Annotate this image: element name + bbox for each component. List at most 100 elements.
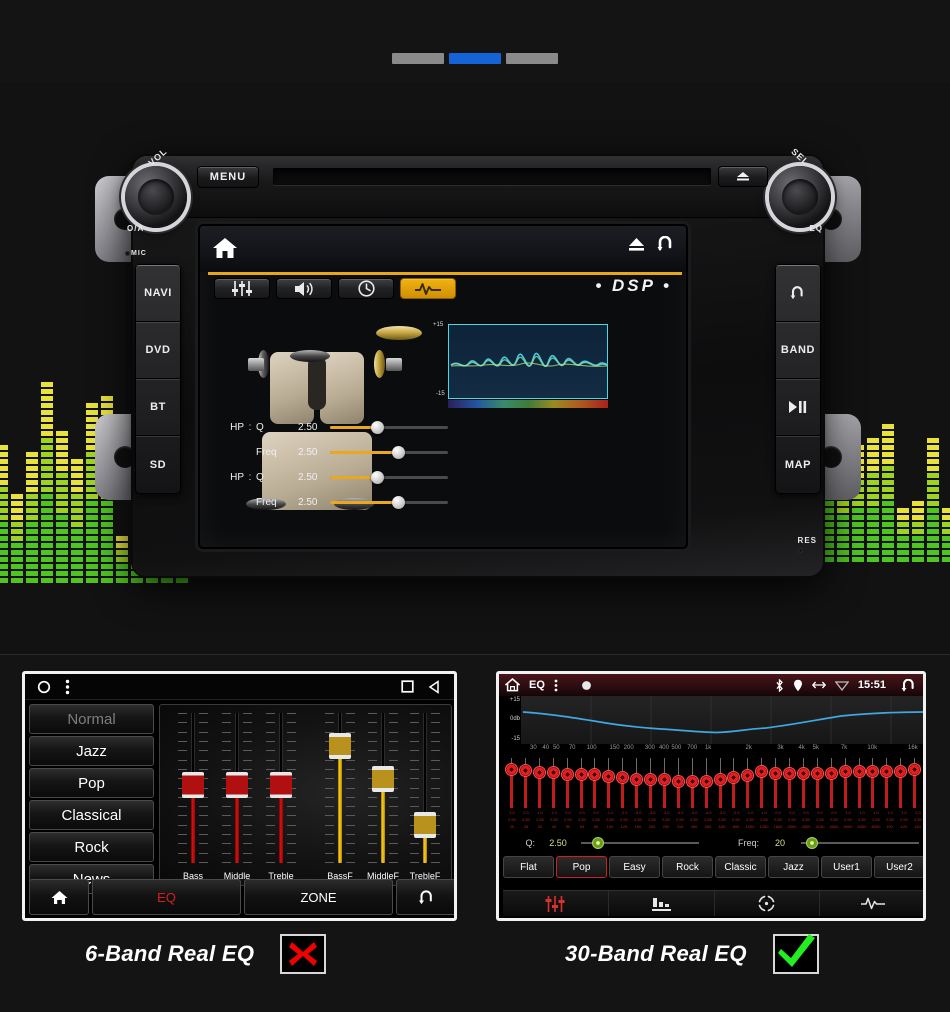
band-knob[interactable] bbox=[796, 767, 810, 780]
band-knob[interactable] bbox=[880, 765, 894, 778]
freq-slider-knob[interactable] bbox=[806, 837, 818, 849]
status-bar-30band[interactable]: EQ 15:51 bbox=[499, 674, 923, 696]
band-knob[interactable] bbox=[644, 773, 657, 786]
band-slider-21[interactable] bbox=[783, 758, 796, 808]
band-knob[interactable] bbox=[908, 763, 922, 776]
left-button-strip[interactable]: NAVI DVD BT SD bbox=[135, 264, 181, 494]
bottom-zone-button[interactable]: ZONE bbox=[244, 879, 393, 915]
band-slider-12[interactable] bbox=[657, 758, 671, 808]
pagination-dot-3[interactable] bbox=[506, 53, 558, 64]
band-slider-4[interactable] bbox=[546, 758, 560, 808]
fader-cap[interactable] bbox=[270, 772, 292, 798]
preset-pop[interactable]: Pop bbox=[29, 768, 154, 798]
disc-slot[interactable] bbox=[273, 168, 711, 185]
band-slider-14[interactable] bbox=[685, 758, 699, 808]
band-slider-17[interactable] bbox=[727, 758, 741, 808]
fader-middlef[interactable]: MiddleF bbox=[367, 713, 399, 881]
band-slider-29[interactable] bbox=[894, 758, 908, 808]
lcd-tab-waveform[interactable] bbox=[400, 278, 456, 299]
band-knob[interactable] bbox=[657, 773, 671, 786]
lcd-tab-speaker[interactable] bbox=[276, 278, 332, 299]
slider-knob[interactable] bbox=[392, 446, 405, 459]
slider-track[interactable] bbox=[330, 446, 448, 459]
freq-slider[interactable] bbox=[801, 837, 919, 849]
lcd-screen[interactable]: • DSP • +15 -15 HP: Q 2.50 Freq 2.50 HP… bbox=[198, 224, 688, 549]
band-knob[interactable] bbox=[755, 765, 769, 778]
band-slider-9[interactable] bbox=[616, 758, 630, 808]
band-slider-5[interactable] bbox=[560, 758, 574, 808]
lcd-tab-bar[interactable] bbox=[214, 278, 456, 299]
select-knob[interactable] bbox=[769, 166, 831, 228]
fader-panel-6band[interactable]: Bass Middle Treble BassF MiddleF TrebleF bbox=[159, 704, 452, 886]
band-slider-16[interactable] bbox=[713, 758, 727, 808]
band-knob[interactable] bbox=[783, 767, 796, 780]
eject-button[interactable] bbox=[718, 166, 768, 187]
fader-bassf[interactable]: BassF bbox=[325, 713, 355, 881]
band-knob[interactable] bbox=[713, 773, 727, 786]
preset-jazz[interactable]: Jazz bbox=[29, 736, 154, 766]
preset-user2[interactable]: User2 bbox=[874, 856, 923, 878]
fader-cap[interactable] bbox=[329, 733, 351, 759]
nav-waveform[interactable] bbox=[820, 891, 923, 916]
bottom-bar-6band[interactable]: EQ ZONE bbox=[29, 879, 454, 915]
slider-knob[interactable] bbox=[392, 496, 405, 509]
head-unit-button-play-pause[interactable] bbox=[776, 379, 820, 436]
fader-cap[interactable] bbox=[182, 772, 204, 798]
band-knob[interactable] bbox=[852, 765, 866, 778]
android-status-bar-6band[interactable] bbox=[25, 674, 454, 700]
band-knob[interactable] bbox=[546, 766, 560, 779]
kebab-menu-icon[interactable] bbox=[554, 679, 558, 692]
band-knob[interactable] bbox=[894, 765, 908, 778]
lcd-top-actions[interactable] bbox=[628, 236, 676, 252]
band-knob[interactable] bbox=[630, 773, 644, 786]
slider-knob[interactable] bbox=[371, 471, 384, 484]
preset-normal[interactable]: Normal bbox=[29, 704, 154, 734]
pagination-dot-1[interactable] bbox=[392, 53, 444, 64]
dsp-slider-row[interactable]: Freq 2.50 bbox=[210, 496, 448, 509]
band-knob[interactable] bbox=[685, 775, 699, 788]
band-slider-19[interactable] bbox=[755, 758, 769, 808]
slider-track[interactable] bbox=[330, 421, 448, 434]
nav-bar-30band[interactable] bbox=[503, 890, 923, 916]
preset-jazz[interactable]: Jazz bbox=[768, 856, 819, 878]
band-slider-13[interactable] bbox=[671, 758, 685, 808]
back-arrow-icon[interactable] bbox=[657, 236, 676, 252]
eject-icon[interactable] bbox=[628, 237, 645, 252]
pagination[interactable] bbox=[0, 53, 950, 64]
band-knob[interactable] bbox=[741, 769, 755, 782]
preset-rock[interactable]: Rock bbox=[662, 856, 713, 878]
q-slider-knob[interactable] bbox=[592, 837, 604, 849]
band-knob[interactable] bbox=[518, 764, 532, 777]
square-icon[interactable] bbox=[401, 680, 414, 693]
reset-hole-icon[interactable] bbox=[798, 548, 803, 553]
band-slider-25[interactable] bbox=[838, 758, 852, 808]
band-slider-22[interactable] bbox=[796, 758, 810, 808]
preset-classic[interactable]: Classic bbox=[715, 856, 766, 878]
panel-30band-eq[interactable]: EQ 15:51 +15 0db -15 30 40 50 70 100 150… bbox=[496, 671, 926, 921]
band-slider-3[interactable] bbox=[532, 758, 546, 808]
preset-easy[interactable]: Easy bbox=[609, 856, 660, 878]
kebab-menu-icon[interactable] bbox=[65, 679, 70, 695]
volume-knob[interactable] bbox=[125, 166, 187, 228]
band-slider-24[interactable] bbox=[824, 758, 838, 808]
preset-list-6band[interactable]: Normal Jazz Pop Classical Rock News bbox=[29, 704, 154, 896]
home-icon[interactable] bbox=[505, 678, 520, 692]
preset-classical[interactable]: Classical bbox=[29, 800, 154, 830]
nav-balance-target[interactable] bbox=[715, 891, 821, 916]
band-knob[interactable] bbox=[838, 765, 852, 778]
band-slider-20[interactable] bbox=[769, 758, 783, 808]
head-unit-button-bt[interactable]: BT bbox=[136, 379, 180, 436]
fader-cap[interactable] bbox=[372, 766, 394, 792]
fader-bass[interactable]: Bass bbox=[178, 713, 208, 881]
fader-middle[interactable]: Middle bbox=[222, 713, 252, 881]
band-slider-26[interactable] bbox=[852, 758, 866, 808]
back-arrow-icon[interactable] bbox=[901, 678, 917, 692]
band-knob[interactable] bbox=[574, 768, 588, 781]
head-unit-button-sd[interactable]: SD bbox=[136, 436, 180, 493]
band-knob[interactable] bbox=[671, 775, 685, 788]
slider-knob[interactable] bbox=[371, 421, 384, 434]
q-slider[interactable] bbox=[581, 837, 699, 849]
band-knob[interactable] bbox=[866, 765, 880, 778]
band-slider-27[interactable] bbox=[866, 758, 880, 808]
band-knob[interactable] bbox=[588, 768, 602, 781]
